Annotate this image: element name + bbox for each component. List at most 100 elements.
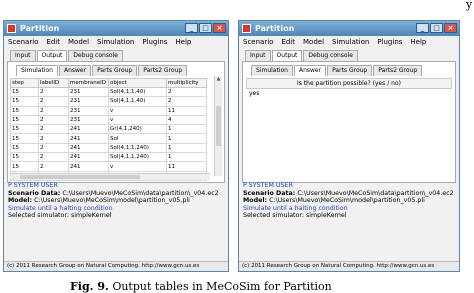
tab-output[interactable]: Output: [271, 50, 303, 61]
table-row[interactable]: 15 2 231 v 4: [10, 114, 207, 126]
table-cell: 15: [10, 124, 39, 135]
sub-tabs: Simulation Answer Parts Group Parts2 Gro…: [251, 65, 455, 76]
table-cell: 2: [38, 152, 69, 163]
scrollbar-thumb[interactable]: [20, 175, 140, 179]
log-scenario-label: Scenario Data:: [8, 189, 61, 197]
menu-plugins[interactable]: Plugins: [377, 38, 402, 46]
minimize-button[interactable]: _: [416, 23, 429, 33]
table-cell: 1: [166, 142, 207, 154]
menu-model[interactable]: Model: [68, 38, 89, 46]
status-bar: (c) 2011 Research Group on Natural Compu…: [4, 261, 228, 271]
table-row[interactable]: 15 2 231 v 11: [10, 105, 207, 116]
vertical-scrollbar[interactable]: ▲: [214, 76, 222, 176]
table-cell: 15: [10, 133, 39, 144]
menu-simulation[interactable]: Simulation: [332, 38, 369, 46]
log-console: P SYSTEM USER Scenario Data: C:\Users\Mu…: [8, 182, 219, 220]
title-bar: Partition _ □ ×: [4, 21, 228, 36]
tab-parts-group[interactable]: Parts Group: [92, 65, 138, 76]
caption-text: Output tables in MeCoSim for Partition: [112, 280, 332, 293]
column-header-membraneid[interactable]: membraneID: [68, 78, 109, 88]
log-scenario-line: Scenario Data: C:\Users\Muevo\MeCoSim\da…: [243, 190, 454, 198]
window-title: Partition: [255, 24, 295, 33]
table-cell: 2: [38, 96, 69, 107]
log-selected-simulator: Selected simulator: simpleKernel: [243, 212, 347, 220]
tab-debug-console[interactable]: Debug console: [68, 50, 123, 61]
table-row[interactable]: 15 2 241 Sol(4,1,1,240) 1: [10, 152, 207, 163]
app-icon: [242, 24, 251, 33]
tab-input[interactable]: Input: [245, 50, 271, 61]
table-cell: Gr(4,1,240): [108, 124, 167, 135]
column-header-object[interactable]: object: [108, 78, 167, 88]
horizontal-scrollbar[interactable]: [10, 173, 210, 180]
table-cell: 2: [38, 86, 69, 98]
scrollbar-thumb[interactable]: [216, 106, 221, 146]
table-cell: Sol(4,1,1,240): [108, 152, 167, 163]
table-cell: 15: [10, 161, 39, 172]
tab-simulation[interactable]: Simulation: [251, 65, 293, 76]
log-scenario-line: Scenario Data: C:\Users\Muevo\MeCoSim\da…: [8, 190, 219, 198]
column-header-multiplicity[interactable]: multiplicity: [166, 78, 207, 88]
output-panel: Simulation Answer Parts Group Parts2 Gro…: [7, 61, 225, 183]
menu-edit[interactable]: Edit: [46, 38, 60, 46]
table-cell: v: [108, 161, 167, 172]
menu-simulation[interactable]: Simulation: [97, 38, 134, 46]
menu-scenario[interactable]: Scenario: [243, 38, 273, 46]
log-scenario-label: Scenario Data:: [243, 189, 296, 197]
table-cell: 1: [166, 133, 207, 144]
window-partition-simulation: Partition _ □ × Scenario Edit Model Simu…: [3, 20, 229, 272]
table-cell: 2: [166, 86, 207, 98]
answer-value: yes: [249, 90, 260, 97]
table-cell: 11: [166, 105, 207, 116]
table-cell: 15: [10, 142, 39, 154]
maximize-button[interactable]: □: [430, 23, 443, 33]
table-cell: v: [108, 105, 167, 116]
scroll-up-icon[interactable]: ▲: [215, 76, 222, 82]
log-scenario-path: C:\Users\Muevo\MeCoSim\data\partition\_v…: [62, 189, 219, 197]
table-row[interactable]: 15 2 241 Sol 1: [10, 133, 207, 144]
table-cell: Sol: [108, 133, 167, 144]
table-row[interactable]: 15 2 231 Sol(4,1,1,40) 2: [10, 96, 207, 107]
column-header-labelid[interactable]: labelID: [38, 78, 69, 88]
maximize-button[interactable]: □: [199, 23, 212, 33]
menu-edit[interactable]: Edit: [281, 38, 295, 46]
log-simulate-line: Simulate until a halting condition: [243, 204, 348, 212]
tab-answer[interactable]: Answer: [58, 65, 92, 76]
tab-simulation[interactable]: Simulation: [16, 65, 58, 76]
table-cell: 2: [166, 96, 207, 107]
menu-model[interactable]: Model: [303, 38, 324, 46]
log-header: P SYSTEM USER: [243, 182, 293, 189]
main-tabs: Input Output Debug console: [245, 50, 459, 61]
tab-parts-group[interactable]: Parts Group: [327, 65, 373, 76]
tab-answer[interactable]: Answer: [293, 65, 327, 76]
tab-output[interactable]: Output: [36, 50, 68, 61]
answer-column-header[interactable]: Is the partition possible? (yes / no): [246, 78, 452, 89]
menu-help[interactable]: Help: [175, 38, 191, 46]
table-row[interactable]: 15 2 231 Sol(4,1,1,40) 2: [10, 86, 207, 98]
table-cell: 241: [68, 124, 109, 135]
figure-caption: Fig. 9. Output tables in MeCoSim for Par…: [70, 280, 332, 293]
table-row[interactable]: 15 2 241 Sol(4,1,1,240) 1: [10, 142, 207, 154]
menu-plugins[interactable]: Plugins: [142, 38, 167, 46]
table-cell: 241: [68, 142, 109, 154]
minimize-button[interactable]: _: [185, 23, 198, 33]
table-row[interactable]: 15 2 241 v 11: [10, 161, 207, 172]
status-bar: (c) 2011 Research Group on Natural Compu…: [239, 261, 459, 271]
tab-debug-console[interactable]: Debug console: [303, 50, 358, 61]
close-button[interactable]: ×: [444, 23, 457, 33]
menu-help[interactable]: Help: [410, 38, 426, 46]
table-cell: 15: [10, 114, 39, 126]
column-header-step[interactable]: step: [10, 78, 39, 88]
close-button[interactable]: ×: [213, 23, 226, 33]
tab-parts2-group[interactable]: Parts2 Group: [138, 65, 188, 76]
table-cell: 1: [166, 124, 207, 135]
tab-parts2-group[interactable]: Parts2 Group: [373, 65, 423, 76]
log-header: P SYSTEM USER: [8, 182, 58, 189]
table-cell: 241: [68, 133, 109, 144]
table-row[interactable]: 15 2 241 Gr(4,1,240) 1: [10, 124, 207, 135]
menu-scenario[interactable]: Scenario: [8, 38, 38, 46]
log-selected-simulator: Selected simulator: simpleKernel: [8, 212, 112, 220]
log-console: P SYSTEM USER Scenario Data: C:\Users\Mu…: [243, 182, 454, 220]
tab-input[interactable]: Input: [10, 50, 36, 61]
corner-text: y: [466, 0, 473, 11]
table-cell: 231: [68, 114, 109, 126]
